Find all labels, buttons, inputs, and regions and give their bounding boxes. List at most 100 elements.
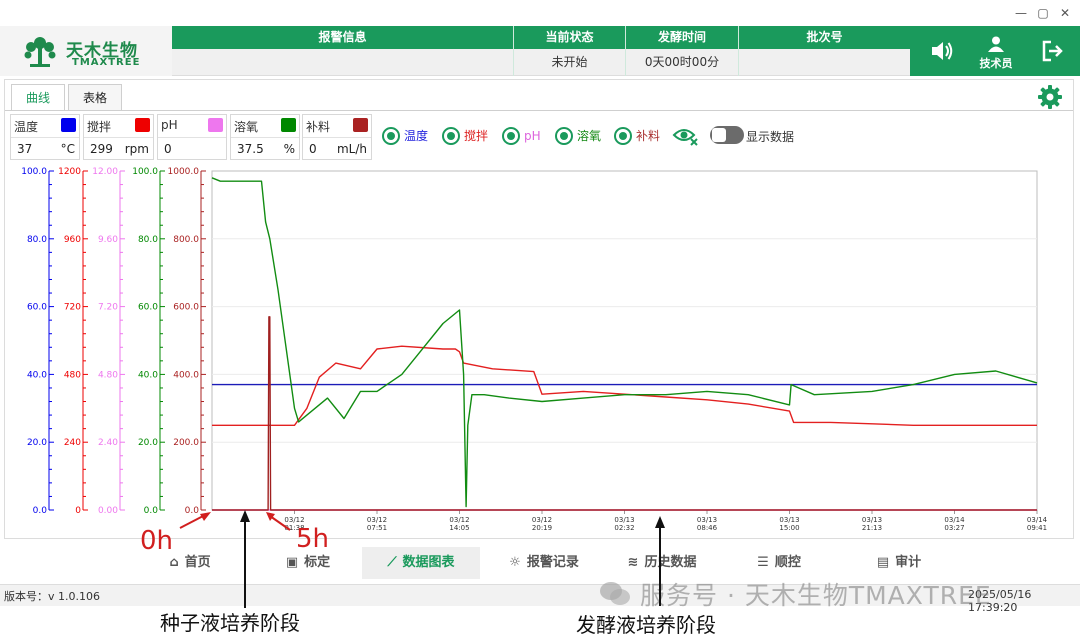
window-titlebar: — ▢ ✕	[0, 0, 1080, 26]
maximize-button[interactable]: ▢	[1032, 4, 1054, 22]
radio-on-icon	[502, 127, 520, 145]
param-color-swatch[interactable]	[281, 118, 296, 132]
param-value: 37	[17, 142, 33, 156]
y-tick-label: 60.0	[27, 303, 47, 313]
nav-audit[interactable]: ▤ 审计	[864, 547, 934, 579]
tab-table[interactable]: 表格	[68, 84, 123, 111]
x-tick-time: 21:13	[862, 524, 882, 532]
logout-button[interactable]	[1030, 26, 1074, 76]
batch-number: 批次号	[739, 26, 910, 76]
param-color-swatch[interactable]	[208, 118, 223, 132]
param-value: 0	[309, 142, 317, 156]
y-tick-label: 12.00	[92, 167, 118, 177]
param-box-stirring: 搅拌 299 rpm	[83, 114, 154, 160]
param-name: 搅拌	[87, 120, 112, 134]
nav-sequence[interactable]: ☰ 顺控	[744, 547, 814, 579]
toggle-temperature[interactable]: 温度	[382, 126, 438, 146]
nav-data-chart[interactable]: ⟋ 数据图表	[362, 547, 480, 579]
param-color-swatch[interactable]	[353, 118, 368, 132]
alarm-info-value	[172, 49, 513, 76]
chart-icon: ⟋	[387, 555, 397, 570]
y-tick-label: 0.00	[98, 506, 118, 516]
y-tick-label: 9.60	[98, 235, 118, 245]
toggle-stirring[interactable]: 搅拌	[442, 126, 498, 146]
param-unit: rpm	[124, 142, 149, 156]
x-tick-date: 03/12	[449, 516, 469, 524]
toggle-feed[interactable]: 补料	[614, 126, 670, 146]
close-button[interactable]: ✕	[1054, 4, 1076, 22]
database-icon: ≋	[627, 555, 639, 570]
param-color-swatch[interactable]	[61, 118, 76, 132]
header-actions: 技术员	[910, 26, 1080, 76]
y-tick-label: 720	[64, 303, 81, 313]
x-tick-time: 14:05	[449, 524, 469, 532]
list-icon: ☰	[757, 555, 769, 570]
y-tick-label: 0.0	[33, 506, 48, 516]
radio-on-icon	[382, 127, 400, 145]
label-0h: 0h	[140, 526, 174, 556]
logout-icon	[1042, 40, 1063, 62]
y-tick-label: 7.20	[98, 303, 118, 313]
show-data-switch[interactable]	[710, 126, 744, 144]
x-tick-time: 20:19	[532, 524, 552, 532]
x-tick-time: 03:27	[944, 524, 964, 532]
param-name: 温度	[14, 120, 39, 134]
label-seed-stage: 种子液培养阶段	[160, 611, 300, 635]
tab-curve[interactable]: 曲线	[11, 84, 66, 111]
hide-eye-icon[interactable]	[672, 125, 700, 147]
param-box-feed: 补料 0 mL/h	[302, 114, 372, 160]
app-header: 天木生物 TMAXTREE 报警信息 当前状态 未开始 发酵时间 0天00时00…	[0, 26, 1080, 76]
user-button[interactable]: 技术员	[970, 26, 1022, 76]
tree-logo-icon	[24, 37, 56, 67]
alarm-icon: ☼	[509, 555, 521, 570]
y-tick-label: 4.80	[98, 370, 118, 380]
toggle-dissolved-oxygen[interactable]: 溶氧	[555, 126, 611, 146]
version-label: 版本号：v 1.0.106	[4, 590, 100, 603]
minimize-button[interactable]: —	[1010, 4, 1032, 22]
x-tick-date: 03/13	[697, 516, 717, 524]
wechat-watermark-icon	[600, 582, 630, 605]
watermark-text: 服务号 · 天木生物TMAXTREE	[640, 581, 992, 610]
radio-on-icon	[614, 127, 632, 145]
nav-alarm-records[interactable]: ☼ 报警记录	[494, 547, 594, 579]
y-tick-label: 80.0	[27, 235, 47, 245]
x-tick-time: 02:32	[614, 524, 634, 532]
audit-icon: ▤	[876, 555, 890, 570]
speaker-icon	[932, 42, 953, 60]
x-tick-date: 03/14	[944, 516, 965, 524]
y-tick-label: 240	[64, 438, 81, 448]
x-tick-time: 15:00	[779, 524, 799, 532]
user-icon	[988, 36, 1004, 52]
param-unit: %	[283, 142, 295, 156]
x-tick-date: 03/13	[862, 516, 882, 524]
current-status-value: 未开始	[514, 49, 625, 76]
plot-area	[211, 170, 1038, 511]
label-ferment-stage: 发酵液培养阶段	[576, 613, 716, 637]
y-tick-label: 600.0	[173, 303, 199, 313]
toggle-ph[interactable]: pH	[502, 126, 548, 146]
y-tick-label: 200.0	[173, 438, 199, 448]
y-tick-label: 60.0	[138, 303, 158, 313]
brand-logo: 天木生物 TMAXTREE	[0, 26, 172, 76]
batch-number-label: 批次号	[739, 26, 910, 49]
gear-icon[interactable]	[1037, 84, 1063, 110]
y-tick-label: 80.0	[138, 235, 158, 245]
x-tick-date: 03/12	[532, 516, 552, 524]
y-tick-label: 40.0	[27, 370, 47, 380]
nav-history-data[interactable]: ≋ 历史数据	[612, 547, 712, 579]
ferment-time-label: 发酵时间	[626, 26, 738, 49]
sound-button[interactable]	[920, 26, 964, 76]
y-tick-label: 960	[64, 235, 81, 245]
current-status: 当前状态 未开始	[514, 26, 626, 76]
param-unit: mL/h	[336, 142, 367, 156]
x-tick-time: 09:41	[1027, 524, 1047, 532]
y-tick-label: 20.0	[138, 438, 158, 448]
brand-name-en: TMAXTREE	[72, 57, 141, 68]
tab-divider	[5, 110, 1073, 111]
param-box-ph: pH 0	[157, 114, 227, 160]
y-tick-label: 40.0	[138, 370, 158, 380]
param-box-temperature: 温度 37 °C	[10, 114, 80, 160]
x-tick-date: 03/14	[1027, 516, 1048, 524]
param-color-swatch[interactable]	[135, 118, 150, 132]
y-tick-label: 1000.0	[168, 167, 200, 177]
